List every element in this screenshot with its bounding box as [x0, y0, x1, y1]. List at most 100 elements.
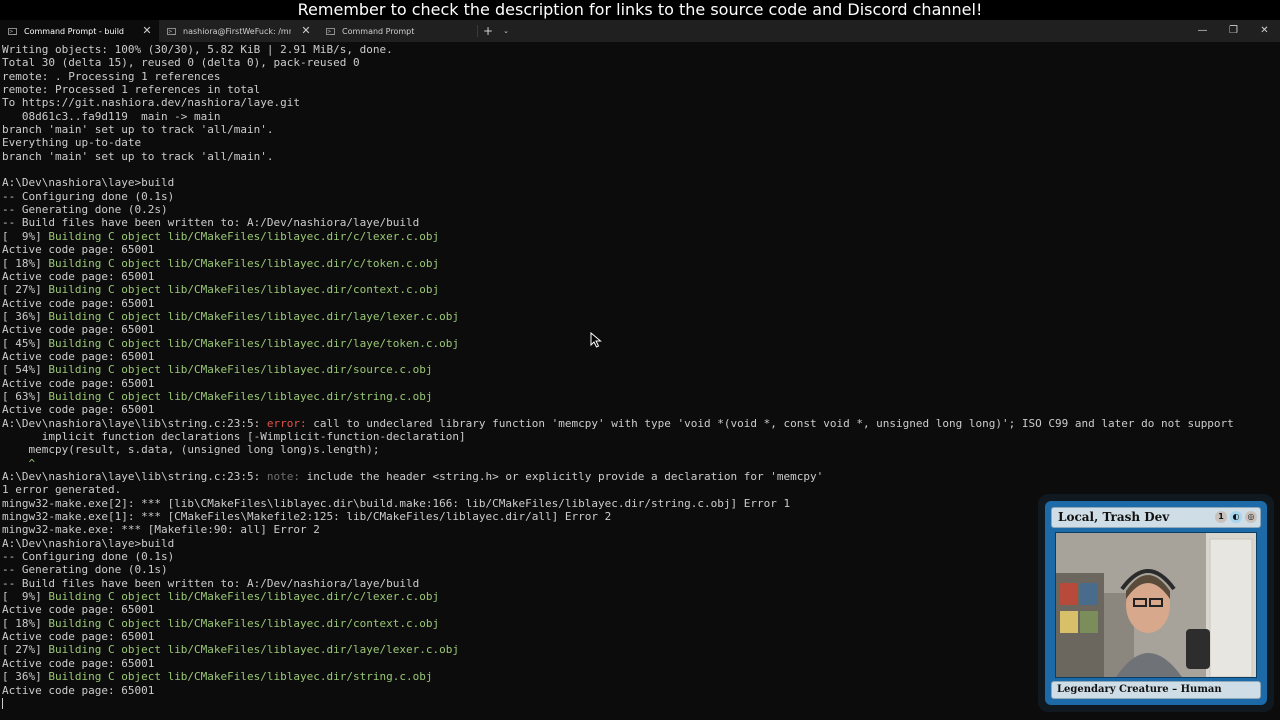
terminal-text: remote: . Processing 1 references [2, 69, 221, 83]
terminal-line: Everything up-to-date [2, 136, 1278, 149]
terminal-text: branch 'main' set up to track 'all/main'… [2, 149, 274, 163]
terminal-text: implicit function declarations [-Wimplic… [2, 429, 466, 443]
terminal-text: Active code page: 65001 [2, 323, 155, 337]
text-cursor [2, 698, 3, 710]
terminal-text: Building C object lib/CMakeFiles/liblaye… [48, 590, 440, 604]
terminal-line: [ 63%] Building C object lib/CMakeFiles/… [2, 390, 1278, 403]
terminal-text: Building C object lib/CMakeFiles/liblaye… [48, 389, 433, 403]
terminal-line: 08d61c3..fa9d119 main -> main [2, 110, 1278, 123]
mouse-cursor-icon [590, 332, 602, 348]
terminal-line: branch 'main' set up to track 'all/main'… [2, 123, 1278, 136]
terminal-text: Building C object lib/CMakeFiles/liblaye… [48, 643, 459, 657]
chevron-down-icon[interactable]: ⌄ [498, 20, 514, 42]
terminal-line: branch 'main' set up to track 'all/main'… [2, 150, 1278, 163]
tab-command-prompt-build[interactable]: >_ Command Prompt - build ✕ [0, 20, 159, 42]
terminal-text: call to undeclared library function 'mem… [313, 416, 1234, 430]
terminal-text: Active code page: 65001 [2, 603, 155, 617]
terminal-line: Active code page: 65001 [2, 243, 1278, 256]
terminal-text: [ 27%] [2, 283, 49, 297]
terminal-line: [ 36%] Building C object lib/CMakeFiles/… [2, 310, 1278, 323]
terminal-text: [ 18%] [2, 256, 49, 270]
terminal-line: memcpy(result, s.data, (unsigned long lo… [2, 443, 1278, 456]
terminal-text: 08d61c3..fa9d119 main -> main [2, 109, 221, 123]
terminal-line: remote: . Processing 1 references [2, 70, 1278, 83]
terminal-text: [ 9%] [2, 590, 49, 604]
terminal-line: -- Generating done (0.2s) [2, 203, 1278, 216]
terminal-text: [ 36%] [2, 670, 49, 684]
terminal-text: ^ [2, 456, 36, 470]
terminal-line: remote: Processed 1 references in total [2, 83, 1278, 96]
maximize-button[interactable]: ❐ [1218, 20, 1249, 42]
close-icon[interactable]: ✕ [300, 24, 312, 38]
terminal-text: Active code page: 65001 [2, 243, 155, 257]
terminal-text: Building C object lib/CMakeFiles/liblaye… [48, 229, 440, 243]
terminal-line: Active code page: 65001 [2, 323, 1278, 336]
mana-symbol-icon: ◎ [1245, 511, 1257, 523]
terminal-text: include the header <string.h> or explici… [306, 470, 824, 483]
terminal-text: Writing objects: 100% (30/30), 5.82 KiB … [2, 43, 393, 56]
terminal-text: -- Build files have been written to: A:/… [2, 216, 420, 230]
terminal-line: Active code page: 65001 [2, 350, 1278, 363]
terminal-text: remote: Processed 1 references in total [2, 83, 261, 97]
terminal-text: To https://git.nashiora.dev/nashiora/lay… [2, 96, 301, 110]
terminal-line: ^ [2, 457, 1278, 470]
terminal-text: [ 18%] [2, 616, 49, 630]
terminal-text: mingw32-make.exe[2]: *** [lib\CMakeFiles… [2, 496, 791, 510]
tab-command-prompt[interactable]: >_ Command Prompt [318, 20, 477, 42]
terminal-text: note: [266, 470, 307, 483]
terminal-text: Building C object lib/CMakeFiles/liblaye… [48, 616, 440, 630]
terminal-text: Everything up-to-date [2, 136, 142, 150]
new-tab-button[interactable]: + [478, 20, 498, 42]
webcam-feed [1055, 532, 1257, 678]
terminal-text: Building C object lib/CMakeFiles/liblaye… [48, 336, 459, 350]
minimize-button[interactable]: — [1187, 20, 1218, 42]
terminal-line: [ 18%] Building C object lib/CMakeFiles/… [2, 257, 1278, 270]
terminal-line: To https://git.nashiora.dev/nashiora/lay… [2, 96, 1278, 109]
terminal-text: branch 'main' set up to track 'all/main'… [2, 123, 274, 137]
terminal-text: Active code page: 65001 [2, 656, 155, 670]
terminal-text: Active code page: 65001 [2, 296, 155, 310]
terminal-text: A:\Dev\nashiora\laye>build [2, 176, 175, 190]
terminal-text: mingw32-make.exe[1]: *** [CMakeFiles\Mak… [2, 510, 612, 524]
terminal-line: Active code page: 65001 [2, 270, 1278, 283]
terminal-text: [ 45%] [2, 336, 49, 350]
terminal-text: Total 30 (delta 15), reused 0 (delta 0),… [2, 56, 360, 70]
close-icon[interactable]: ✕ [141, 24, 153, 38]
terminal-text: -- Build files have been written to: A:/… [2, 576, 420, 590]
stream-banner: Remember to check the description for li… [0, 0, 1280, 20]
terminal-text: Active code page: 65001 [2, 683, 155, 697]
terminal-text: Building C object lib/CMakeFiles/liblaye… [48, 309, 459, 323]
terminal-text: A:\Dev\nashiora\laye>build [2, 536, 175, 550]
terminal-text: [ 27%] [2, 643, 49, 657]
card-type-line: Legendary Creature – Human [1051, 681, 1261, 699]
terminal-icon: >_ [326, 27, 335, 35]
terminal-text: error: [266, 416, 314, 430]
tab-wsl-shell[interactable]: >_ nashiora@FirstWeFuck: /mnt/a ✕ [159, 20, 318, 42]
terminal-text: Active code page: 65001 [2, 403, 155, 417]
close-window-button[interactable]: ✕ [1249, 20, 1280, 42]
terminal-text: Building C object lib/CMakeFiles/liblaye… [48, 283, 440, 297]
terminal-line: Active code page: 65001 [2, 377, 1278, 390]
tab-label: Command Prompt [342, 26, 415, 36]
terminal-text: -- Configuring done (0.1s) [2, 550, 175, 564]
terminal-text: A:\Dev\nashiora\laye\lib\string.c:23:5: [2, 470, 267, 483]
terminal-text: [ 36%] [2, 309, 49, 323]
terminal-line: -- Configuring done (0.1s) [2, 190, 1278, 203]
mana-symbol-icon: 1 [1215, 511, 1227, 523]
terminal-text: Active code page: 65001 [2, 269, 155, 283]
terminal-text: memcpy(result, s.data, (unsigned long lo… [2, 443, 380, 457]
terminal-line: A:\Dev\nashiora\laye\lib\string.c:23:5: … [2, 470, 1278, 483]
tab-label: nashiora@FirstWeFuck: /mnt/a [183, 26, 291, 36]
terminal-text: Active code page: 65001 [2, 349, 155, 363]
window-controls: — ❐ ✕ [1187, 20, 1280, 42]
terminal-text: Building C object lib/CMakeFiles/liblaye… [48, 363, 433, 377]
tab-label: Command Prompt - build [24, 26, 125, 36]
terminal-text: 1 error generated. [2, 483, 122, 497]
terminal-text: [ 9%] [2, 229, 49, 243]
terminal-icon: >_ [8, 27, 17, 35]
terminal-line: [ 27%] Building C object lib/CMakeFiles/… [2, 283, 1278, 296]
terminal-text: Active code page: 65001 [2, 630, 155, 644]
terminal-line: Active code page: 65001 [2, 403, 1278, 416]
card-frame: Local, Trash Dev 1 ◐ ◎ Legendary Creatur… [1045, 501, 1267, 705]
